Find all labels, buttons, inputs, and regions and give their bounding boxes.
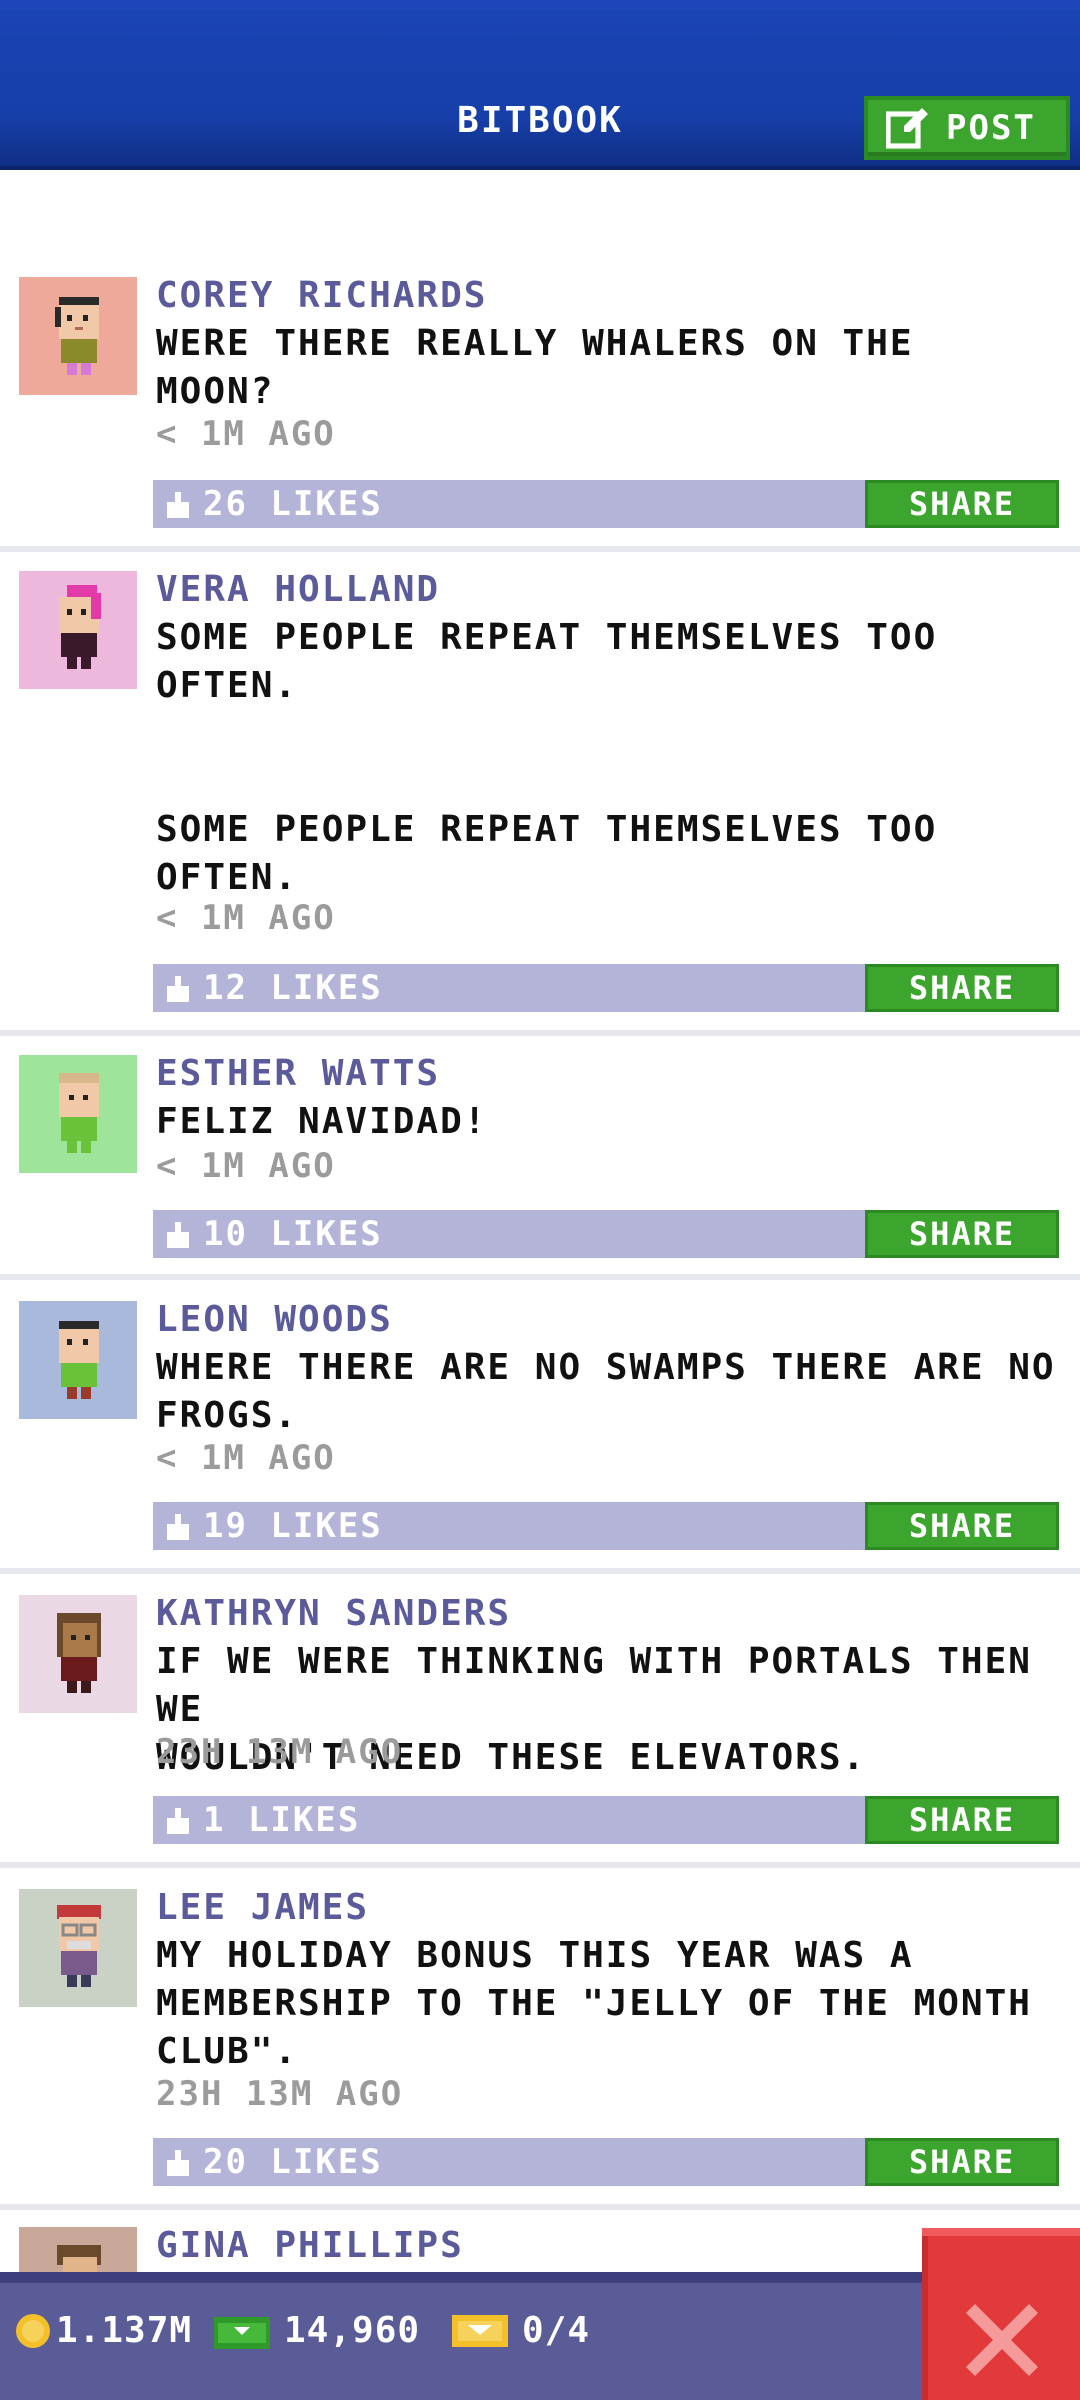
avatar-sprite (57, 2245, 101, 2274)
bux-value: 14,960 (284, 2310, 421, 2351)
feed-post: LEON WOODS WHERE THERE ARE NO SWAMPS THE… (0, 1298, 1080, 1574)
bux-stat: 14,960 (212, 2310, 420, 2351)
avatar-sprite (59, 585, 101, 669)
post-author[interactable]: COREY RICHARDS (156, 274, 487, 318)
tickets-stat: 0/4 (450, 2310, 590, 2351)
feed-post: KATHRYN SANDERS IF WE WERE THINKING WITH… (0, 1592, 1080, 1868)
share-button[interactable]: SHARE (865, 480, 1059, 528)
likes-count: 20 LIKES (203, 2142, 383, 2182)
feed-post: GINA PHILLIPS (0, 2224, 1080, 2274)
thumbs-up-icon (167, 492, 189, 518)
ticket-icon (452, 2314, 508, 2347)
feed-post: LEE JAMES MY HOLIDAY BONUS THIS YEAR WAS… (0, 1886, 1080, 2210)
avatar-sprite (57, 1613, 101, 1693)
post-author[interactable]: LEON WOODS (156, 1298, 393, 1342)
feed-post: ESTHER WATTS FELIZ NAVIDAD! < 1M AGO 10 … (0, 1052, 1080, 1280)
avatar[interactable] (19, 1055, 137, 1173)
thumbs-up-icon (167, 1222, 189, 1248)
likes-bar: 20 LIKES SHARE (153, 2138, 1059, 2186)
avatar[interactable] (19, 277, 137, 395)
status-bar: 1.137M 14,960 0/4 (0, 2272, 1080, 2400)
header-bar: BITBOOK POST (0, 0, 1080, 170)
feed-post: COREY RICHARDS WERE THERE REALLY WHALERS… (0, 274, 1080, 552)
avatar[interactable] (19, 571, 137, 689)
likes-count: 1 LIKES (203, 1800, 361, 1840)
post-text: FELIZ NAVIDAD! (156, 1101, 488, 1142)
avatar-sprite (55, 297, 99, 375)
post-text: SOME PEOPLE REPEAT THEMSELVES TOO OFTEN.… (156, 617, 938, 898)
post-text: WERE THERE REALLY WHALERS ON THE MOON? (156, 323, 914, 412)
avatar[interactable] (19, 1301, 137, 1419)
avatar-sprite (59, 1321, 99, 1399)
feed-list[interactable]: COREY RICHARDS WERE THERE REALLY WHALERS… (0, 174, 1080, 2274)
likes-count: 26 LIKES (203, 484, 383, 524)
likes-bar: 1 LIKES SHARE (153, 1796, 1059, 1844)
likes-bar: 26 LIKES SHARE (153, 480, 1059, 528)
thumbs-up-icon (167, 1808, 189, 1834)
coins-value: 1.137M (56, 2310, 193, 2351)
post-time: < 1M AGO (156, 898, 336, 938)
likes-count: 10 LIKES (203, 1214, 383, 1254)
edit-icon (886, 108, 928, 149)
avatar[interactable] (19, 1889, 137, 2007)
post-author[interactable]: KATHRYN SANDERS (156, 1592, 511, 1636)
likes-count: 19 LIKES (203, 1506, 383, 1546)
post-button-label: POST (946, 108, 1036, 148)
post-time: < 1M AGO (156, 1438, 336, 1478)
tickets-value: 0/4 (522, 2310, 591, 2351)
coin-icon (16, 2313, 50, 2348)
thumbs-up-icon (167, 976, 189, 1002)
close-button[interactable] (922, 2228, 1080, 2400)
post-author[interactable]: VERA HOLLAND (156, 568, 440, 612)
share-button[interactable]: SHARE (865, 1210, 1059, 1258)
post-button[interactable]: POST (864, 96, 1070, 160)
likes-bar: 10 LIKES SHARE (153, 1210, 1059, 1258)
share-button[interactable]: SHARE (865, 1796, 1059, 1844)
likes-bar: 19 LIKES SHARE (153, 1502, 1059, 1550)
coins-stat: 1.137M (14, 2310, 192, 2351)
post-author[interactable]: LEE JAMES (156, 1886, 369, 1930)
bux-icon (214, 2316, 270, 2349)
bitbook-screen: BITBOOK POST COREY RICHARDS WERE THERE R… (0, 0, 1080, 2400)
likes-count: 12 LIKES (203, 968, 383, 1008)
post-time: < 1M AGO (156, 414, 336, 454)
post-time: 23H 13M AGO (156, 2074, 404, 2114)
post-text: MY HOLIDAY BONUS THIS YEAR WAS A MEMBERS… (156, 1935, 1032, 2072)
share-button[interactable]: SHARE (865, 1502, 1059, 1550)
close-icon (966, 2304, 1038, 2376)
post-time: 23H 13M AGO (156, 1732, 404, 1772)
share-button[interactable]: SHARE (865, 964, 1059, 1012)
share-button[interactable]: SHARE (865, 2138, 1059, 2186)
thumbs-up-icon (167, 1514, 189, 1540)
avatar-sprite (57, 1905, 101, 1987)
avatar[interactable] (19, 2227, 137, 2274)
post-author[interactable]: ESTHER WATTS (156, 1052, 440, 1096)
post-text: WHERE THERE ARE NO SWAMPS THERE ARE NO F… (156, 1347, 1056, 1436)
post-time: < 1M AGO (156, 1146, 336, 1186)
likes-bar: 12 LIKES SHARE (153, 964, 1059, 1012)
avatar[interactable] (19, 1595, 137, 1713)
feed-post: VERA HOLLAND SOME PEOPLE REPEAT THEMSELV… (0, 568, 1080, 1036)
thumbs-up-icon (167, 2150, 189, 2176)
post-author[interactable]: GINA PHILLIPS (156, 2224, 464, 2268)
avatar-sprite (59, 1073, 99, 1153)
